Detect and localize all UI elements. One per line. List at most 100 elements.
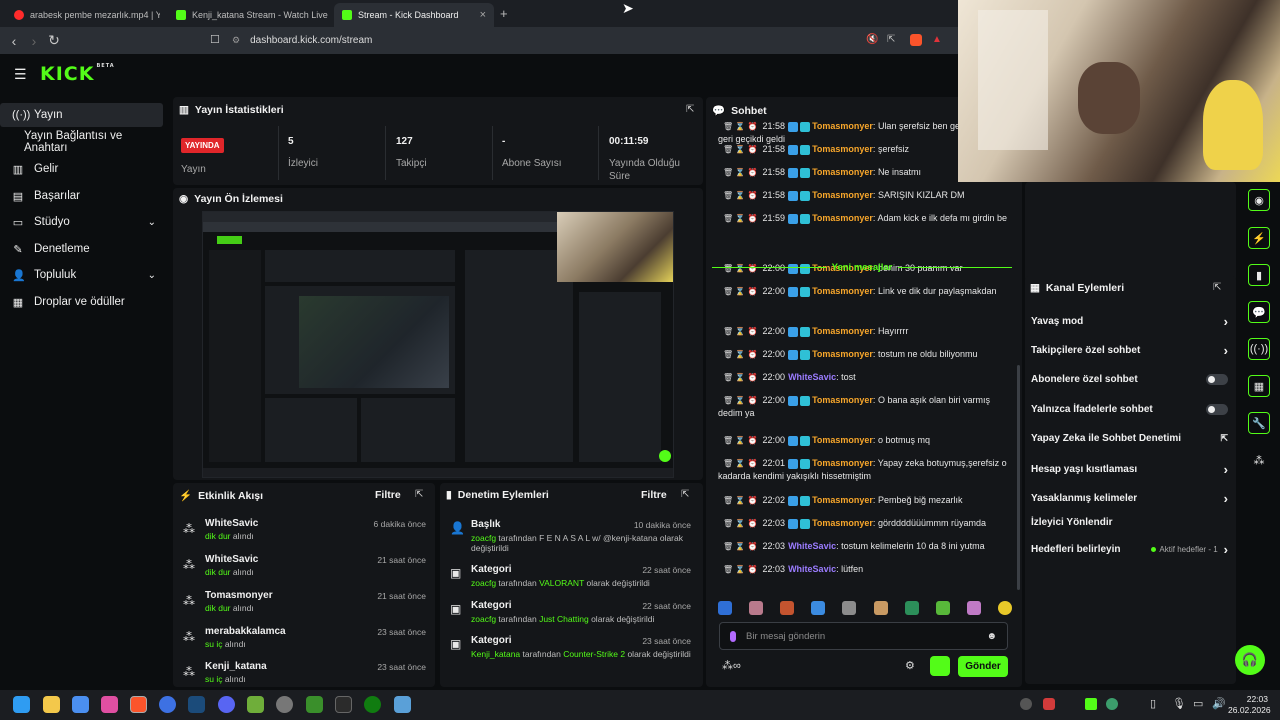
chat-username[interactable]: Tomasmonyer [812, 144, 873, 154]
share-icon[interactable]: ⇱ [887, 34, 895, 45]
sidebar-item-revenue[interactable]: ▥ Gelir [0, 157, 168, 181]
volume-icon[interactable]: 🔊 [1212, 697, 1226, 710]
moderation-tools-icon[interactable]: 🗑 ⌛ ⏰ [723, 327, 758, 336]
moderation-filter-button[interactable]: Filtre [641, 489, 667, 501]
moderation-tools-icon[interactable]: 🗑 ⌛ ⏰ [723, 542, 758, 551]
popout-icon[interactable]: ⇱ [686, 104, 694, 115]
brave-icon[interactable] [130, 696, 147, 713]
start-icon[interactable] [13, 696, 30, 713]
rail-lightning-icon[interactable]: ⚡ [1248, 227, 1270, 249]
popout-icon[interactable]: ⇱ [415, 489, 423, 500]
chat-username[interactable]: Tomasmonyer [812, 286, 873, 296]
followers-only-row[interactable]: Takipçilere özel sohbet › [1031, 343, 1228, 358]
emoji-icon[interactable]: ☻ [986, 631, 997, 642]
emote-icon[interactable] [904, 601, 919, 615]
xbox-icon[interactable] [364, 696, 381, 713]
send-button[interactable]: Gönder [958, 656, 1008, 677]
sidebar-item-stream-key[interactable]: Yayın Bağlantısı ve Anahtarı [0, 130, 168, 154]
bookmark-icon[interactable]: ☐ [210, 33, 220, 46]
moderation-tools-icon[interactable]: 🗑 ⌛ ⏰ [723, 459, 758, 468]
sidebar-item-moderation[interactable]: ✎ Denetleme [0, 237, 168, 261]
rail-grid-icon[interactable]: ▦ [1248, 375, 1270, 397]
chat-username[interactable]: Tomasmonyer [812, 213, 873, 223]
chat-username[interactable]: Tomasmonyer [812, 395, 873, 405]
network-icon[interactable]: ▭ [1193, 697, 1203, 710]
moderation-tools-icon[interactable]: 🗑 ⌛ ⏰ [723, 287, 758, 296]
emote-icon[interactable] [780, 601, 795, 615]
sidebar-item-community[interactable]: 👤 Topluluk ⌄ [0, 263, 168, 287]
chat-username[interactable]: Tomasmonyer [812, 518, 873, 528]
popout-icon[interactable]: ⇱ [681, 489, 689, 500]
app-icon[interactable] [247, 696, 264, 713]
channel-points-icon[interactable]: ⁂∞ [722, 659, 741, 672]
emotes-only-toggle[interactable] [1206, 404, 1228, 415]
host-row[interactable]: İzleyici Yönlendir [1031, 517, 1228, 528]
banned-words-row[interactable]: Yasaklanmış kelimeler › [1031, 491, 1228, 506]
app-icon[interactable] [101, 696, 118, 713]
moderation-tools-icon[interactable]: 🗑 ⌛ ⏰ [723, 191, 758, 200]
chat-scrollbar[interactable] [1017, 365, 1020, 590]
chat-username[interactable]: Tomasmonyer [812, 326, 873, 336]
brave-shield-icon[interactable] [910, 34, 922, 46]
epic-games-icon[interactable] [335, 696, 352, 713]
account-age-row[interactable]: Hesap yaşı kısıtlaması › [1031, 462, 1228, 477]
mute-icon[interactable]: 🔇 [866, 34, 878, 45]
moderation-tools-icon[interactable]: 🗑 ⌛ ⏰ [723, 396, 758, 405]
emote-icon[interactable] [749, 601, 764, 615]
address-bar[interactable]: ⚙ dashboard.kick.com/stream [232, 30, 952, 51]
app-icon[interactable] [159, 696, 176, 713]
emote-icon[interactable] [842, 601, 857, 615]
stream-preview-video[interactable] [202, 211, 674, 478]
rail-stream-icon[interactable]: ◉ [1248, 189, 1270, 211]
tray-icon[interactable] [1043, 698, 1055, 710]
reload-icon[interactable]: ↻ [44, 32, 64, 49]
moderation-tools-icon[interactable]: 🗑 ⌛ ⏰ [723, 214, 758, 223]
tray-icon[interactable] [1020, 698, 1032, 710]
emote-icon[interactable] [997, 601, 1012, 615]
emote-icon[interactable] [718, 601, 732, 615]
moderation-tools-icon[interactable]: 🗑 ⌛ ⏰ [723, 436, 758, 445]
bot-icon[interactable] [930, 656, 950, 676]
slow-mode-row[interactable]: Yavaş mod › [1031, 314, 1228, 329]
settings-icon[interactable]: ⚙ [905, 659, 915, 672]
tray-icon[interactable] [1106, 698, 1118, 710]
ai-moderation-row[interactable]: Yapay Zeka ile Sohbet Denetimi ⇱ [1031, 433, 1228, 444]
goals-row[interactable]: Hedefleri belirleyin Aktif hedefler - 1 › [1031, 542, 1228, 557]
browser-tab-active[interactable]: Stream - Kick Dashboard × [334, 3, 494, 27]
moderation-tools-icon[interactable]: 🗑 ⌛ ⏰ [723, 496, 758, 505]
moderation-tools-icon[interactable]: 🗑 ⌛ ⏰ [723, 519, 758, 528]
rail-document-icon[interactable]: ▮ [1248, 264, 1270, 286]
sidebar-item-studio[interactable]: ▭ Stüdyo ⌄ [0, 210, 168, 234]
brave-rewards-icon[interactable]: ▲ [932, 34, 942, 45]
microphone-icon[interactable] [730, 630, 736, 642]
app-icon[interactable] [72, 696, 89, 713]
support-icon[interactable]: 🎧 [1235, 645, 1265, 675]
moderation-tools-icon[interactable]: 🗑 ⌛ ⏰ [723, 565, 758, 574]
file-explorer-icon[interactable] [43, 696, 60, 713]
forward-icon[interactable]: › [24, 33, 44, 49]
microphone-tray-icon[interactable]: 🎙 [1172, 697, 1186, 710]
activity-filter-button[interactable]: Filtre [375, 489, 401, 501]
clock[interactable]: 22:03 26.02.2026 [1228, 694, 1271, 716]
back-icon[interactable]: ‹ [4, 33, 24, 49]
moderation-tools-icon[interactable]: 🗑 ⌛ ⏰ [723, 350, 758, 359]
rail-points-icon[interactable]: ⁂ [1248, 449, 1270, 471]
sidebar-item-stream[interactable]: ((·)) Yayın [0, 103, 163, 127]
kick-logo[interactable]: KICK BETA [40, 63, 115, 85]
steam-icon[interactable] [188, 696, 205, 713]
emote-icon[interactable] [811, 601, 826, 615]
chat-username[interactable]: Tomasmonyer [812, 458, 873, 468]
popout-icon[interactable]: ⇱ [1213, 282, 1221, 293]
chat-username[interactable]: Tomasmonyer [812, 190, 873, 200]
subscribers-only-toggle[interactable] [1206, 374, 1228, 385]
emote-icon[interactable] [873, 601, 888, 615]
chat-username[interactable]: Tomasmonyer [812, 167, 873, 177]
app-icon[interactable] [394, 696, 411, 713]
site-info-icon[interactable]: ⚙ [232, 35, 240, 46]
rail-chat-icon[interactable]: 💬 [1248, 301, 1270, 323]
emote-icon[interactable] [935, 601, 950, 615]
sidebar-item-drops[interactable]: ▦ Droplar ve ödüller [0, 290, 168, 314]
rail-broadcast-icon[interactable]: ((·)) [1248, 338, 1270, 360]
app-icon[interactable] [276, 696, 293, 713]
minecraft-icon[interactable] [306, 696, 323, 713]
